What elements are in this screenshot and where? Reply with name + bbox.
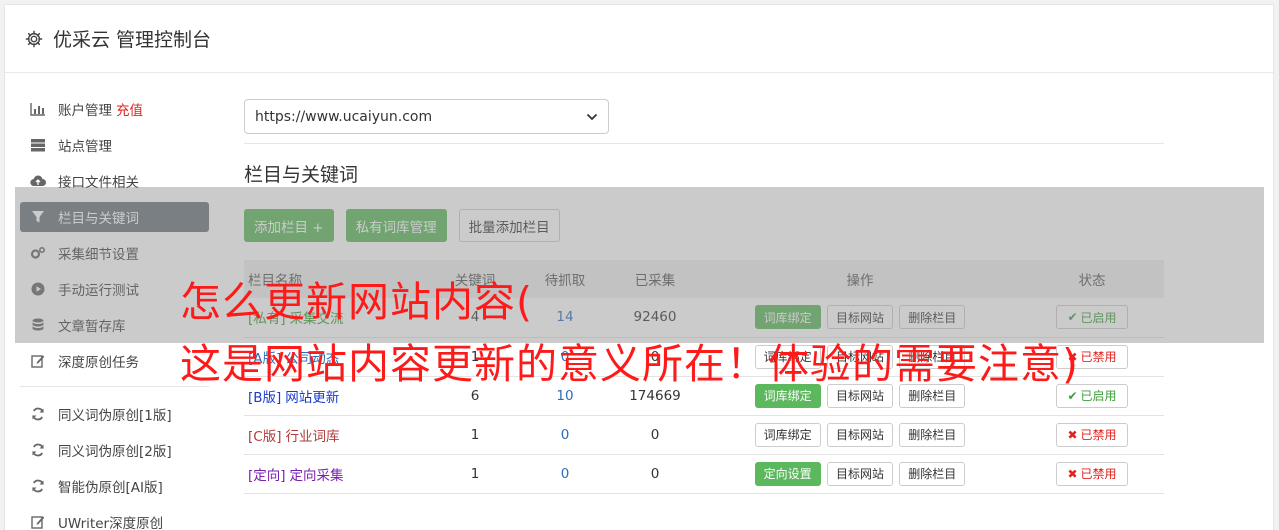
pending-cell[interactable]: 0 — [520, 415, 610, 455]
sidebar-item-sites[interactable]: 站点管理 — [20, 130, 209, 160]
keywords-cell: 1 — [430, 454, 520, 494]
column-name-link[interactable]: 行业词库 — [285, 429, 339, 445]
site-select-value: https://www.ucaiyun.com — [255, 108, 433, 125]
column-tag: [C版] — [248, 428, 282, 445]
bind-lib-button[interactable]: 词库绑定 — [754, 422, 821, 447]
status-cell: ✖ 已禁用 — [1020, 415, 1164, 455]
table-row: [定向] 定向采集 1 0 0 定向设置 目标网站 删除栏目 ✖ 已禁用 — [244, 454, 1164, 494]
target-site-button[interactable]: 目标网站 — [826, 422, 893, 447]
sidebar-item-label: 同义词伪原创[1版] — [58, 408, 172, 424]
sidebar-item-label: 同义词伪原创[2版] — [58, 444, 172, 460]
section-title: 栏目与关键词 — [244, 164, 359, 186]
close-icon: ✖ — [1067, 427, 1078, 442]
chevron-down-icon — [586, 113, 598, 120]
status-label: 已启用 — [1080, 389, 1117, 403]
collected-cell: 0 — [610, 454, 700, 494]
edit-icon — [30, 514, 46, 530]
sidebar-item-uwriter[interactable]: UWriter深度原创 — [20, 507, 209, 530]
table-row: [C版] 行业词库 1 0 0 词库绑定 目标网站 删除栏目 ✖ 已禁用 — [244, 415, 1164, 455]
column-tag: [B版] — [248, 389, 282, 406]
sidebar-item-label: UWriter深度原创 — [58, 516, 164, 530]
refresh-icon — [30, 442, 46, 458]
bar-chart-icon — [30, 101, 46, 117]
column-name-cell: [C版] 行业词库 — [244, 415, 430, 455]
collected-cell: 0 — [610, 415, 700, 455]
status-label: 已禁用 — [1080, 467, 1117, 481]
overlay-text-line2: 这是网站内容更新的意义所在！体验的需要注意) — [180, 340, 1079, 388]
close-icon: ✖ — [1067, 466, 1078, 481]
sidebar-item-synonym-v1[interactable]: 同义词伪原创[1版] — [20, 399, 209, 429]
sidebar-item-label: 站点管理 — [58, 139, 112, 155]
server-icon — [30, 137, 46, 153]
sidebar-item-synonym-v2[interactable]: 同义词伪原创[2版] — [20, 435, 209, 465]
divider — [244, 143, 1164, 144]
site-select[interactable]: https://www.ucaiyun.com — [244, 99, 609, 134]
check-icon: ✔ — [1067, 388, 1078, 403]
column-name-link[interactable]: 定向采集 — [290, 468, 344, 484]
status-label: 已禁用 — [1080, 428, 1117, 442]
column-name-link[interactable]: 网站更新 — [285, 390, 339, 406]
pending-cell[interactable]: 0 — [520, 454, 610, 494]
sidebar-item-label: 账户管理 — [58, 103, 112, 119]
sidebar-item-account[interactable]: 账户管理 充值 — [20, 94, 209, 124]
target-site-button[interactable]: 目标网站 — [826, 461, 893, 486]
panel-header: 优采云 管理控制台 — [5, 5, 1273, 73]
bind-lib-button[interactable]: 定向设置 — [754, 461, 821, 486]
status-label: 已禁用 — [1080, 350, 1117, 364]
delete-column-button[interactable]: 删除栏目 — [899, 461, 966, 486]
recharge-link[interactable]: 充值 — [116, 99, 143, 119]
keywords-cell: 1 — [430, 415, 520, 455]
edit-icon — [30, 353, 46, 369]
column-name-cell: [定向] 定向采集 — [244, 454, 430, 494]
sidebar-item-label: 深度原创任务 — [58, 355, 139, 371]
page-title: 优采云 管理控制台 — [53, 29, 212, 51]
sidebar-item-ai-original[interactable]: 智能伪原创[AI版] — [20, 471, 209, 501]
operations-cell: 词库绑定 目标网站 删除栏目 — [700, 415, 1020, 455]
gear-icon — [25, 30, 43, 47]
column-tag: [定向] — [248, 467, 286, 484]
status-badge[interactable]: ✖ 已禁用 — [1056, 461, 1128, 486]
status-cell: ✖ 已禁用 — [1020, 454, 1164, 494]
refresh-icon — [30, 478, 46, 494]
status-badge[interactable]: ✖ 已禁用 — [1056, 422, 1128, 447]
operations-cell: 定向设置 目标网站 删除栏目 — [700, 454, 1020, 494]
delete-column-button[interactable]: 删除栏目 — [899, 422, 966, 447]
refresh-icon — [30, 406, 46, 422]
sidebar-item-label: 智能伪原创[AI版] — [58, 480, 163, 496]
overlay-text-line1: 怎么更新网站内容( — [180, 278, 533, 326]
